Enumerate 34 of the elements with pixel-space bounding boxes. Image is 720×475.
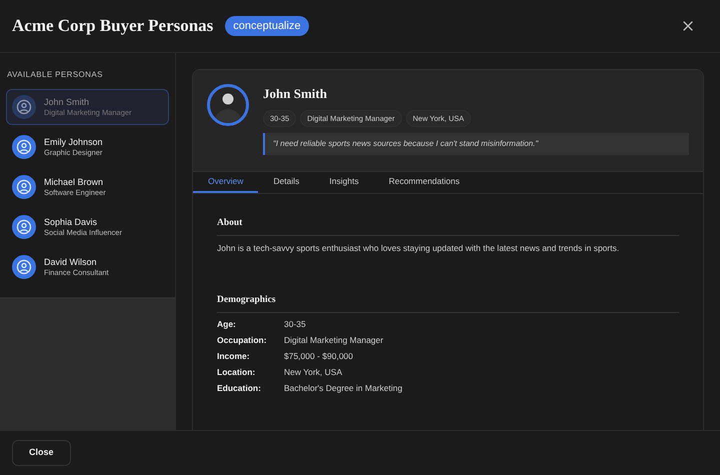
persona-name: Michael Brown	[44, 176, 104, 188]
avatar-icon	[12, 215, 36, 239]
field-value: Bachelor's Degree in Marketing	[284, 383, 402, 394]
avatar-icon	[12, 175, 36, 199]
tab[interactable]: Recommendations	[374, 172, 475, 193]
field-value: Digital Marketing Manager	[284, 335, 384, 346]
avatar-icon	[12, 95, 36, 119]
tab[interactable]: Details	[258, 172, 314, 193]
tab[interactable]: Insights	[314, 172, 374, 193]
about-text: John is a tech-savvy sports enthusiast who loves staying updated with the latest news and trends in sports.	[217, 242, 620, 255]
avatar-icon	[207, 84, 249, 126]
persona-name: John Smith	[263, 85, 328, 103]
avatar-icon	[12, 135, 36, 159]
field-label: Location:	[217, 367, 256, 378]
status-badge: conceptualize	[225, 16, 309, 36]
field-value: 30-35	[284, 319, 306, 330]
tab[interactable]: Overview	[193, 172, 258, 193]
window-title: Acme Corp Buyer Personas	[12, 15, 214, 38]
field-label: Income:	[217, 351, 251, 362]
avatar-icon	[12, 255, 36, 279]
close-button[interactable]: Close	[12, 440, 71, 466]
persona-name: John Smith	[44, 96, 90, 108]
field-label: Age:	[217, 319, 237, 330]
field-value: $75,000 - $90,000	[284, 351, 354, 362]
field-label: Occupation:	[217, 335, 268, 346]
persona-name: Emily Johnson	[44, 136, 103, 148]
section-heading: Demographics	[217, 292, 679, 313]
field-label: Education:	[217, 383, 262, 394]
field-value: New York, USA	[284, 367, 342, 378]
persona-name: David Wilson	[44, 256, 98, 268]
persona-name: Sophia Davis	[44, 216, 98, 228]
persona-quote: "I need reliable sports news sources because I can't stand misinformation."	[263, 132, 689, 155]
section-heading: AVAILABLE PERSONAS	[6, 69, 104, 81]
section-heading: About	[217, 216, 679, 236]
